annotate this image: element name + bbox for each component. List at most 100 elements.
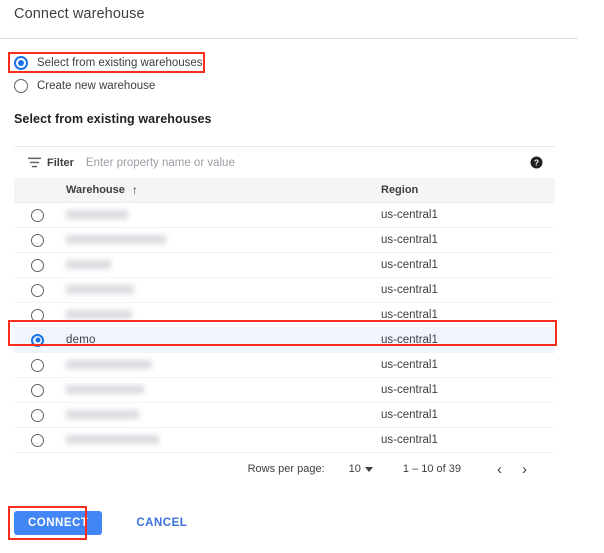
region-label: us-central1 (381, 209, 438, 221)
region-label: us-central1 (381, 384, 438, 396)
help-circle-icon[interactable]: ? (530, 156, 543, 169)
warehouse-name-cell (66, 228, 381, 253)
redacted-warehouse-name (66, 410, 139, 419)
column-header-region[interactable]: Region (381, 178, 555, 203)
radio-select-existing-icon[interactable] (14, 56, 28, 70)
row-select-cell[interactable] (14, 428, 66, 453)
chevron-down-icon[interactable] (365, 467, 373, 472)
table-row[interactable]: us-central1 (14, 203, 555, 228)
redacted-warehouse-name (66, 435, 159, 444)
warehouse-table-card: Filter ? Warehouse ↑ Region (14, 146, 555, 485)
table-row[interactable]: us-central1 (14, 378, 555, 403)
region-cell: us-central1 (381, 378, 555, 403)
row-radio-icon[interactable] (31, 259, 44, 272)
rows-per-page-select[interactable]: 10 (349, 463, 373, 475)
mode-option-create-new-label: Create new warehouse (37, 80, 155, 92)
column-header-select (14, 178, 66, 203)
region-cell: us-central1 (381, 353, 555, 378)
region-cell: us-central1 (381, 228, 555, 253)
row-select-cell[interactable] (14, 378, 66, 403)
warehouse-name-cell (66, 303, 381, 328)
region-label: us-central1 (381, 359, 438, 371)
row-select-cell[interactable] (14, 303, 66, 328)
warehouse-name-cell (66, 278, 381, 303)
pagination-range-label: 1 – 10 of 39 (403, 463, 461, 475)
table-row[interactable]: us-central1 (14, 278, 555, 303)
row-select-cell[interactable] (14, 253, 66, 278)
next-page-button[interactable]: › (512, 462, 537, 477)
table-row[interactable]: us-central1 (14, 228, 555, 253)
rows-per-page-label: Rows per page: (248, 463, 325, 475)
warehouse-name-cell (66, 428, 381, 453)
row-select-cell[interactable] (14, 328, 66, 353)
region-label: us-central1 (381, 434, 438, 446)
region-cell: us-central1 (381, 253, 555, 278)
region-label: us-central1 (381, 284, 438, 296)
table-row[interactable]: us-central1 (14, 253, 555, 278)
row-radio-icon[interactable] (31, 309, 44, 322)
mode-option-select-existing[interactable]: Select from existing warehouses (14, 53, 274, 73)
column-header-warehouse[interactable]: Warehouse ↑ (66, 178, 381, 203)
region-label: us-central1 (381, 234, 438, 246)
row-select-cell[interactable] (14, 403, 66, 428)
filter-label: Filter (47, 157, 74, 169)
table-body: us-central1 us-central1 us-central1 us-cent… (14, 203, 555, 453)
warehouse-name-cell (66, 253, 381, 278)
warehouse-name-cell (66, 203, 381, 228)
row-radio-icon[interactable] (31, 359, 44, 372)
row-radio-icon[interactable] (31, 384, 44, 397)
table-header-row: Warehouse ↑ Region (14, 178, 555, 203)
mode-option-select-existing-label: Select from existing warehouses (37, 57, 203, 69)
redacted-warehouse-name (66, 260, 111, 269)
section-heading: Select from existing warehouses (14, 112, 212, 126)
table-row[interactable]: us-central1 (14, 353, 555, 378)
rows-per-page-value: 10 (349, 463, 361, 475)
warehouse-name-cell (66, 403, 381, 428)
redacted-warehouse-name (66, 385, 144, 394)
redacted-warehouse-name (66, 310, 132, 319)
row-radio-icon[interactable] (31, 434, 44, 447)
region-label: us-central1 (381, 409, 438, 421)
region-cell: us-central1 (381, 278, 555, 303)
table-row[interactable]: us-central1 (14, 303, 555, 328)
warehouse-name-cell (66, 378, 381, 403)
mode-option-create-new[interactable]: Create new warehouse (14, 76, 274, 96)
region-cell: us-central1 (381, 403, 555, 428)
region-cell: us-central1 (381, 328, 555, 353)
cancel-button[interactable]: CANCEL (124, 511, 199, 535)
sort-ascending-icon[interactable]: ↑ (132, 184, 138, 196)
page-title: Connect warehouse (14, 6, 145, 22)
filter-input[interactable] (86, 157, 530, 169)
warehouse-table: Warehouse ↑ Region us-central1us-central… (14, 178, 555, 453)
row-radio-icon[interactable] (31, 334, 44, 347)
row-radio-icon[interactable] (31, 284, 44, 297)
radio-create-new-icon[interactable] (14, 79, 28, 93)
filter-bar: Filter ? (14, 147, 555, 178)
warehouse-name-label: demo (66, 334, 96, 346)
svg-text:?: ? (534, 158, 539, 167)
row-select-cell[interactable] (14, 228, 66, 253)
redacted-warehouse-name (66, 285, 134, 294)
region-label: us-central1 (381, 334, 438, 346)
previous-page-button[interactable]: ‹ (487, 462, 512, 477)
table-pagination: Rows per page: 10 1 – 10 of 39 ‹ › (14, 453, 555, 485)
column-header-warehouse-label: Warehouse (66, 184, 125, 196)
row-select-cell[interactable] (14, 278, 66, 303)
connect-button[interactable]: CONNECT (14, 511, 102, 535)
region-cell: us-central1 (381, 428, 555, 453)
row-radio-icon[interactable] (31, 409, 44, 422)
table-row[interactable]: us-central1 (14, 428, 555, 453)
table-row[interactable]: demo us-central1 (14, 328, 555, 353)
header-divider (0, 38, 578, 39)
row-radio-icon[interactable] (31, 234, 44, 247)
filter-icon[interactable] (28, 157, 41, 168)
region-label: us-central1 (381, 259, 438, 271)
dialog-actions: CONNECT CANCEL (14, 511, 199, 535)
row-select-cell[interactable] (14, 353, 66, 378)
row-select-cell[interactable] (14, 203, 66, 228)
table-row[interactable]: us-central1 (14, 403, 555, 428)
region-label: us-central1 (381, 309, 438, 321)
row-radio-icon[interactable] (31, 209, 44, 222)
region-cell: us-central1 (381, 303, 555, 328)
redacted-warehouse-name (66, 360, 152, 369)
